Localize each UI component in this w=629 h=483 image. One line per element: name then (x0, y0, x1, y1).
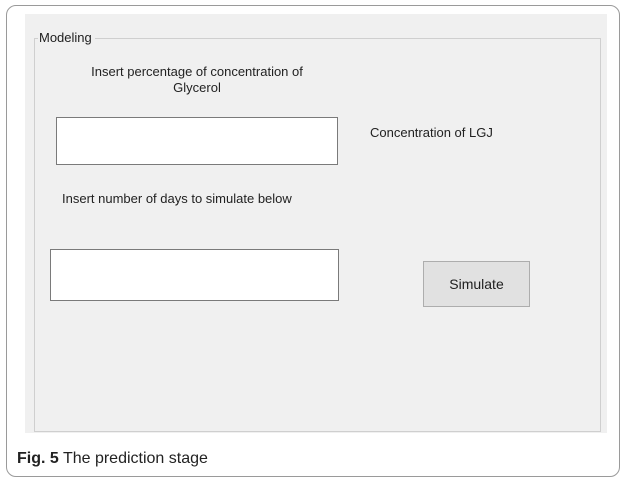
groupbox-title: Modeling (38, 30, 95, 46)
glycerol-label-line1: Insert percentage of concentration of (91, 64, 303, 79)
glycerol-concentration-input[interactable] (56, 117, 338, 165)
figure-number: Fig. 5 (17, 450, 59, 467)
glycerol-label: Insert percentage of concentration of Gl… (52, 64, 342, 96)
figure-caption: Fig. 5 The prediction stage (17, 449, 208, 469)
modeling-groupbox (34, 38, 601, 432)
figure-caption-text: The prediction stage (62, 450, 208, 467)
days-label: Insert number of days to simulate below (62, 191, 292, 206)
lgj-concentration-label: Concentration of LGJ (370, 125, 493, 140)
simulate-button[interactable]: Simulate (423, 261, 530, 307)
glycerol-label-line2: Glycerol (173, 80, 221, 95)
days-input[interactable] (50, 249, 339, 301)
